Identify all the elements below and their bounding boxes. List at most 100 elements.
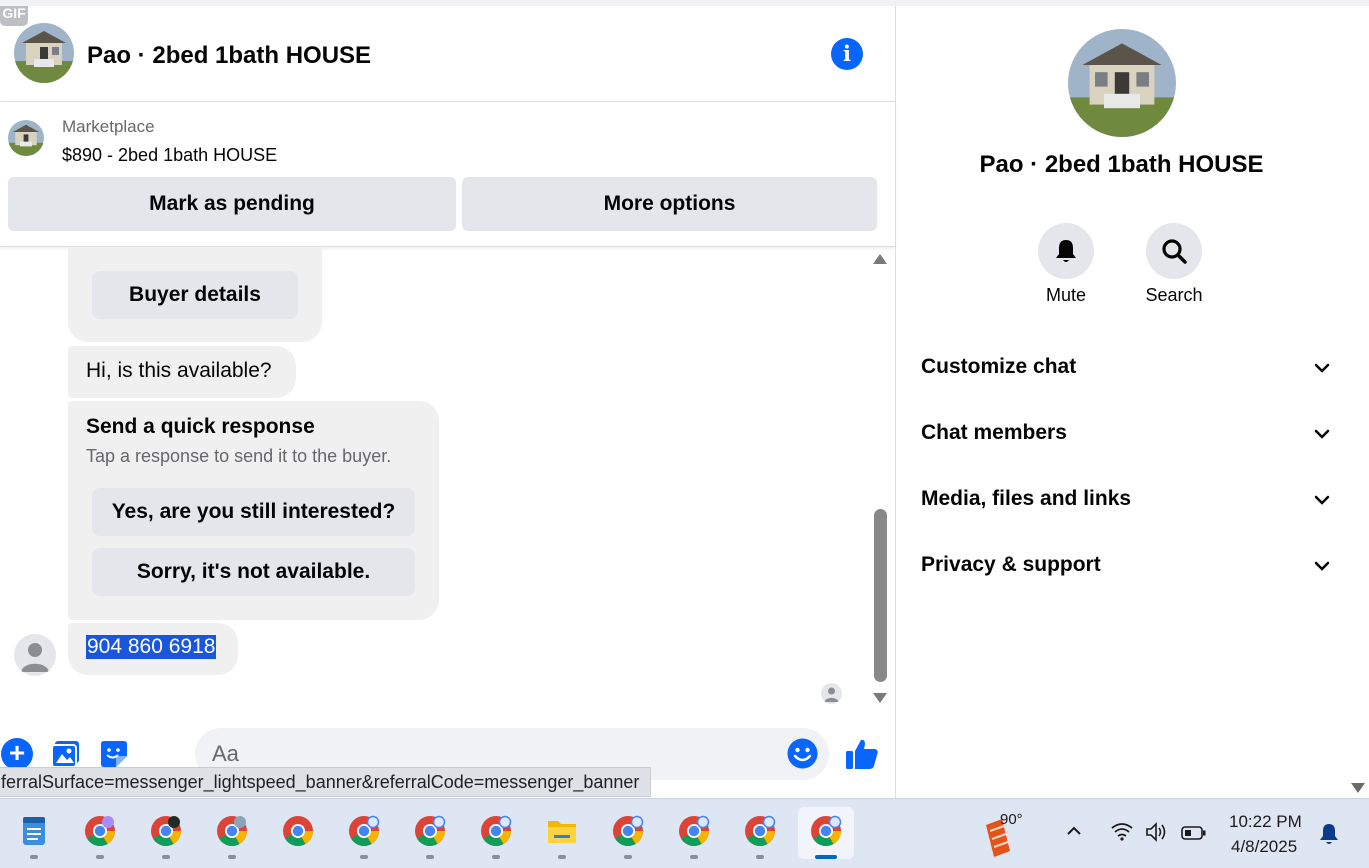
chrome-icon <box>85 816 115 847</box>
taskbar: 90° 10:22 PM 4/8/2025 <box>0 798 1369 868</box>
mute-label: Mute <box>1045 285 1087 305</box>
scroll-down-arrow[interactable] <box>873 693 887 703</box>
mark-as-pending-button[interactable]: Mark as pending <box>8 177 456 231</box>
chrome-taskbar-button[interactable] <box>732 807 788 859</box>
clock-date[interactable]: 4/8/2025 <box>1231 837 1297 857</box>
message-bubble[interactable]: 904 860 6918 <box>68 623 238 675</box>
emoji-icon[interactable] <box>787 738 818 769</box>
buyer-details-button[interactable]: Buyer details <box>92 271 298 319</box>
scrollbar-thumb[interactable] <box>874 509 887 682</box>
screen: Pao · 2bed 1bath HOUSE i Marketplace $89… <box>0 0 1369 868</box>
bell-icon <box>1056 240 1076 262</box>
running-indicator <box>30 855 38 859</box>
chrome-taskbar-button[interactable] <box>666 807 722 859</box>
chrome-taskbar-button[interactable] <box>72 807 128 859</box>
listing-thumbnail[interactable] <box>8 120 44 156</box>
customize-chat-section[interactable]: Customize chat <box>921 348 1331 388</box>
buyer-avatar[interactable] <box>14 634 56 676</box>
chrome-icon <box>217 816 247 847</box>
chat-header: Pao · 2bed 1bath HOUSE i <box>0 6 895 102</box>
chrome-taskbar-button[interactable] <box>270 807 326 859</box>
chrome-taskbar-button[interactable] <box>336 807 392 859</box>
seen-indicator-avatar <box>821 683 842 704</box>
scroll-up-arrow[interactable] <box>873 254 887 264</box>
chat-members-section[interactable]: Chat members <box>921 414 1331 454</box>
photo-icon[interactable] <box>50 738 82 770</box>
running-indicator <box>558 855 566 859</box>
sticker-icon[interactable] <box>98 738 130 770</box>
chrome-icon <box>613 815 644 847</box>
section-label: Media, files and links <box>921 487 1132 510</box>
more-options-button[interactable]: More options <box>462 177 877 231</box>
link-status-bar: ferralSurface=messenger_lightspeed_banne… <box>0 767 652 797</box>
file-explorer-icon <box>548 821 576 843</box>
notification-bell-icon[interactable] <box>1318 822 1340 846</box>
chrome-taskbar-button[interactable] <box>468 807 524 859</box>
battery-icon[interactable] <box>1181 826 1207 840</box>
volume-icon[interactable] <box>1145 822 1171 842</box>
search-icon <box>1162 239 1187 264</box>
quick-response-subtitle: Tap a response to send it to the buyer. <box>86 446 392 466</box>
thumbs-up-icon[interactable] <box>844 736 880 772</box>
listing-title[interactable]: $890 - 2bed 1bath HOUSE <box>62 145 277 166</box>
media-files-links-section[interactable]: Media, files and links <box>921 480 1331 520</box>
chrome-taskbar-button-active[interactable] <box>798 807 854 859</box>
marketplace-label: Marketplace <box>62 117 155 136</box>
chrome-icon <box>481 815 512 847</box>
notepad-taskbar-button[interactable] <box>6 807 62 859</box>
marketplace-bar: Marketplace $890 - 2bed 1bath HOUSE Mark… <box>0 102 895 247</box>
notepad-icon <box>23 817 45 845</box>
chrome-icon <box>349 815 380 847</box>
chevron-down-icon <box>1314 429 1330 439</box>
chevron-down-icon <box>1314 363 1330 373</box>
chevron-down-icon <box>1314 495 1330 505</box>
conversation-avatar[interactable] <box>1068 29 1176 137</box>
chat-title[interactable]: Pao · 2bed 1bath HOUSE <box>87 42 371 70</box>
running-indicator <box>162 855 170 859</box>
running-indicator <box>492 855 500 859</box>
weather-temperature: 90° <box>1000 811 1023 828</box>
search-button[interactable] <box>1146 223 1202 279</box>
chrome-icon <box>283 816 313 847</box>
section-label: Privacy & support <box>921 553 1101 576</box>
running-indicator <box>756 855 764 859</box>
page-scroll-down-arrow[interactable] <box>1351 783 1365 793</box>
buyer-details-bubble: Buyer details <box>68 247 322 342</box>
message-bubble[interactable]: Hi, is this available? <box>68 346 296 398</box>
quick-response-no-button[interactable]: Sorry, it's not available. <box>92 548 415 596</box>
chrome-taskbar-button[interactable] <box>402 807 458 859</box>
active-indicator <box>815 855 837 859</box>
running-indicator <box>426 855 434 859</box>
section-label: Customize chat <box>921 355 1077 378</box>
privacy-support-section[interactable]: Privacy & support <box>921 546 1331 586</box>
running-indicator <box>228 855 236 859</box>
file-explorer-taskbar-button[interactable] <box>534 807 590 859</box>
running-indicator <box>690 855 698 859</box>
info-icon[interactable]: i <box>831 38 863 70</box>
chrome-icon <box>811 815 842 847</box>
conversation-title: Pao · 2bed 1bath HOUSE <box>979 151 1264 178</box>
running-indicator <box>96 855 104 859</box>
chrome-taskbar-button[interactable] <box>600 807 656 859</box>
wifi-icon[interactable] <box>1110 821 1134 841</box>
chrome-icon <box>151 816 181 847</box>
message-text-selected: 904 860 6918 <box>86 635 217 659</box>
mute-button[interactable] <box>1038 223 1094 279</box>
running-indicator <box>624 855 632 859</box>
message-list[interactable]: Buyer details Hi, is this available? Sen… <box>0 247 895 717</box>
search-label: Search <box>1145 285 1203 305</box>
conversation-info-panel: Pao · 2bed 1bath HOUSE Mute Search Custo… <box>895 6 1369 798</box>
quick-response-title: Send a quick response <box>86 415 315 438</box>
quick-response-bubble: Send a quick response Tap a response to … <box>68 401 439 620</box>
quick-response-yes-button[interactable]: Yes, are you still interested? <box>92 488 415 536</box>
message-text: Hi, is this available? <box>86 359 272 382</box>
chrome-taskbar-button[interactable] <box>204 807 260 859</box>
section-label: Chat members <box>921 421 1067 444</box>
chevron-up-icon[interactable] <box>1066 823 1082 839</box>
running-indicator <box>360 855 368 859</box>
chat-avatar[interactable] <box>14 23 74 83</box>
chrome-icon <box>415 815 446 847</box>
clock-time[interactable]: 10:22 PM <box>1229 812 1302 832</box>
plus-icon[interactable]: + <box>1 738 33 770</box>
chrome-taskbar-button[interactable] <box>138 807 194 859</box>
